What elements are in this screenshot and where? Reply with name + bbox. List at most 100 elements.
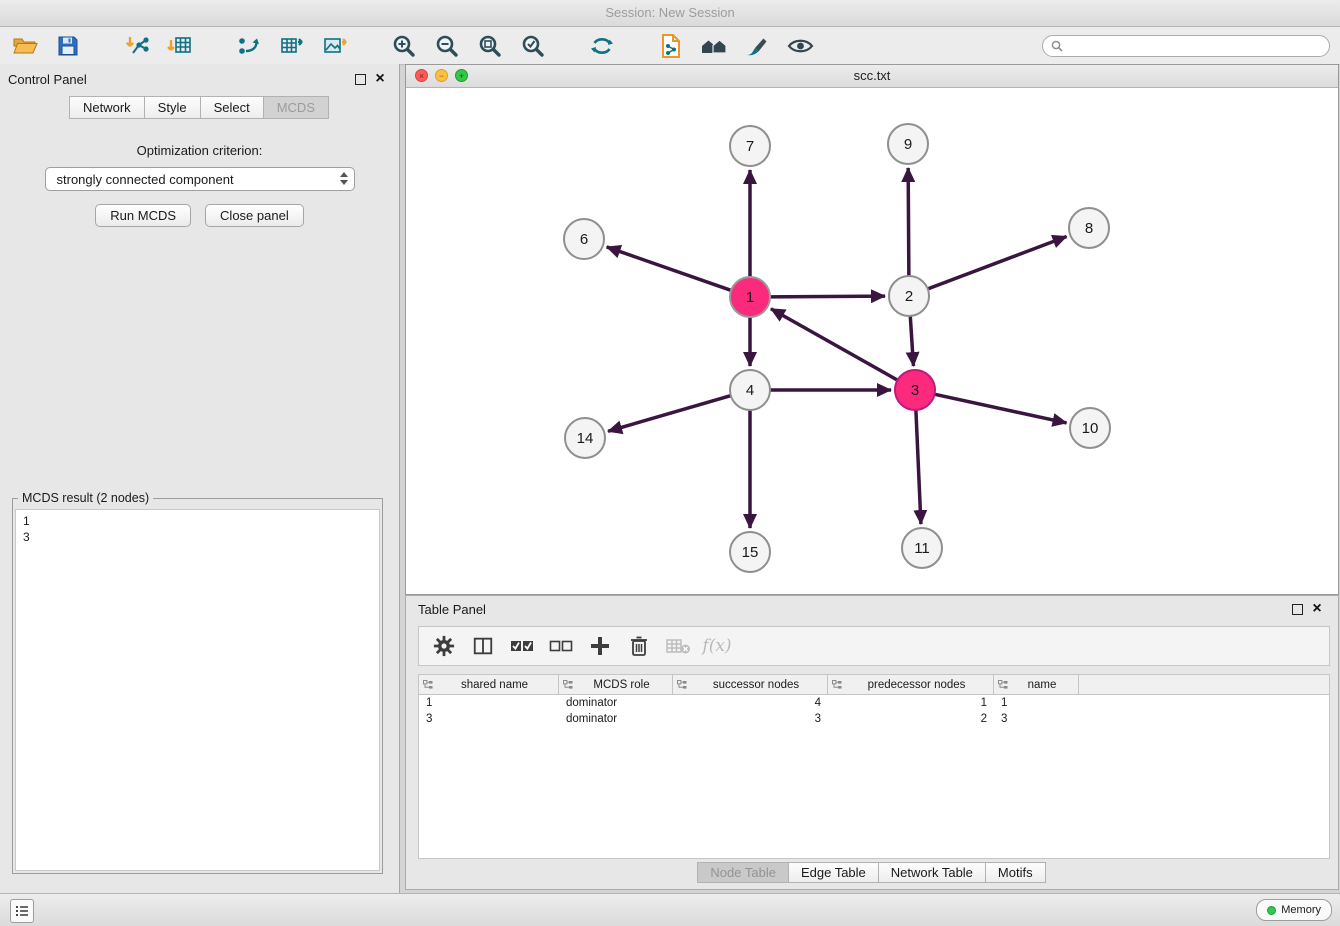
- refresh-view-icon[interactable]: [587, 31, 617, 61]
- table-panel-title: Table Panel: [418, 602, 486, 617]
- show-hide-graphics-icon[interactable]: [785, 31, 815, 61]
- network-graph[interactable]: 1234678910111415: [406, 87, 1338, 594]
- apply-style-icon[interactable]: [742, 31, 772, 61]
- table-cell: 3: [419, 711, 559, 727]
- table-tabbar: Node Table Edge Table Network Table Moti…: [406, 862, 1338, 883]
- search-input[interactable]: [1068, 38, 1321, 54]
- export-table-icon[interactable]: [277, 31, 307, 61]
- sort-icon: [832, 680, 842, 690]
- column-header-predecessor-nodes[interactable]: predecessor nodes: [828, 675, 994, 694]
- graph-node-label-4: 4: [746, 382, 754, 399]
- network-window: × − + scc.txt 1234678910111415: [405, 64, 1339, 595]
- task-history-button[interactable]: [10, 899, 34, 923]
- graph-node-label-2: 2: [905, 288, 913, 305]
- sort-icon: [423, 680, 433, 690]
- table-panel: Table Panel × f(x) shared nameMCDS roles: [405, 595, 1339, 890]
- graph-node-label-10: 10: [1082, 420, 1099, 437]
- select-all-columns-icon[interactable]: [509, 633, 535, 659]
- show-overview-icon[interactable]: [699, 31, 729, 61]
- save-session-icon[interactable]: [53, 31, 83, 61]
- close-panel-icon[interactable]: ×: [373, 72, 387, 86]
- graph-node-label-9: 9: [904, 136, 912, 153]
- graph-edge-3-1[interactable]: [771, 309, 899, 381]
- column-header-successor-nodes[interactable]: successor nodes: [673, 675, 828, 694]
- table-cell: 3: [673, 711, 828, 727]
- column-header-shared-name[interactable]: shared name: [419, 675, 559, 694]
- memory-status-icon: [1267, 906, 1276, 915]
- tab-mcds[interactable]: MCDS: [263, 96, 329, 119]
- add-row-icon[interactable]: [587, 633, 613, 659]
- tab-network-table[interactable]: Network Table: [878, 862, 986, 883]
- tab-edge-table[interactable]: Edge Table: [788, 862, 879, 883]
- float-panel-icon[interactable]: [353, 72, 367, 86]
- memory-button[interactable]: Memory: [1256, 899, 1332, 921]
- window-minimize-icon[interactable]: −: [435, 69, 448, 82]
- zoom-out-icon[interactable]: [432, 31, 462, 61]
- network-from-selection-icon[interactable]: [234, 31, 264, 61]
- graph-edge-1-6[interactable]: [607, 247, 733, 291]
- graph-edge-2-8[interactable]: [926, 236, 1067, 289]
- close-table-panel-icon[interactable]: ×: [1310, 602, 1324, 616]
- graph-edge-3-11[interactable]: [916, 408, 921, 524]
- graph-node-label-8: 8: [1085, 220, 1093, 237]
- mcds-result-line: 1: [23, 513, 372, 529]
- tab-select[interactable]: Select: [200, 96, 264, 119]
- graph-node-label-11: 11: [914, 540, 930, 557]
- criterion-dropdown[interactable]: strongly connected component: [45, 167, 355, 191]
- import-network-document-icon[interactable]: [656, 31, 686, 61]
- table-cell: dominator: [559, 711, 673, 727]
- function-builder-icon: f(x): [704, 633, 730, 659]
- show-columns-icon[interactable]: [470, 633, 496, 659]
- window-close-icon[interactable]: ×: [415, 69, 428, 82]
- tab-style[interactable]: Style: [144, 96, 201, 119]
- delete-row-icon[interactable]: [626, 633, 652, 659]
- control-panel-title: Control Panel: [8, 72, 87, 87]
- import-network-from-file-icon[interactable]: [122, 31, 152, 61]
- table-cell: 1: [419, 695, 559, 711]
- tab-motifs[interactable]: Motifs: [985, 862, 1046, 883]
- graph-edge-4-14[interactable]: [608, 395, 733, 431]
- run-mcds-button[interactable]: Run MCDS: [95, 204, 191, 227]
- graph-edge-2-3[interactable]: [910, 314, 913, 366]
- sort-icon: [677, 680, 687, 690]
- search-icon: [1051, 40, 1063, 52]
- mcds-result-title: MCDS result (2 nodes): [18, 491, 153, 505]
- import-table-from-file-icon[interactable]: [165, 31, 195, 61]
- column-header-name[interactable]: name: [994, 675, 1079, 694]
- main-toolbar: [0, 27, 1340, 65]
- close-panel-button[interactable]: Close panel: [205, 204, 304, 227]
- zoom-in-icon[interactable]: [389, 31, 419, 61]
- table-panel-header: Table Panel ×: [406, 596, 1338, 624]
- table-body: 1dominator4113dominator323: [419, 695, 1329, 727]
- mcds-result-list[interactable]: 13: [15, 509, 380, 871]
- table-cell: 4: [673, 695, 828, 711]
- table-cell: 2: [828, 711, 994, 727]
- export-image-icon[interactable]: [320, 31, 350, 61]
- table-cell: 1: [828, 695, 994, 711]
- tab-network[interactable]: Network: [69, 96, 145, 119]
- window-title: Session: New Session: [605, 5, 734, 20]
- sort-icon: [998, 680, 1008, 690]
- open-file-icon[interactable]: [10, 31, 40, 61]
- deselect-all-columns-icon[interactable]: [548, 633, 574, 659]
- settings-gear-icon[interactable]: [431, 633, 457, 659]
- criterion-value: strongly connected component: [57, 172, 234, 187]
- graph-node-label-6: 6: [580, 231, 588, 248]
- table-cell: dominator: [559, 695, 673, 711]
- column-header-MCDS-role[interactable]: MCDS role: [559, 675, 673, 694]
- window-zoom-icon[interactable]: +: [455, 69, 468, 82]
- zoom-fit-icon[interactable]: [475, 31, 505, 61]
- search-box[interactable]: [1042, 35, 1330, 57]
- float-table-panel-icon[interactable]: [1290, 602, 1304, 616]
- node-table: shared nameMCDS rolesuccessor nodesprede…: [418, 674, 1330, 859]
- delete-table-icon: [665, 633, 691, 659]
- table-cell: 3: [994, 711, 1079, 727]
- graph-edge-1-2[interactable]: [768, 296, 885, 297]
- graph-edge-3-10[interactable]: [933, 394, 1067, 423]
- tab-node-table[interactable]: Node Table: [697, 862, 789, 883]
- graph-edge-2-9[interactable]: [908, 168, 909, 278]
- network-window-titlebar: × − + scc.txt: [406, 65, 1338, 88]
- table-row[interactable]: 3dominator323: [419, 711, 1329, 727]
- table-row[interactable]: 1dominator411: [419, 695, 1329, 711]
- zoom-selected-icon[interactable]: [518, 31, 548, 61]
